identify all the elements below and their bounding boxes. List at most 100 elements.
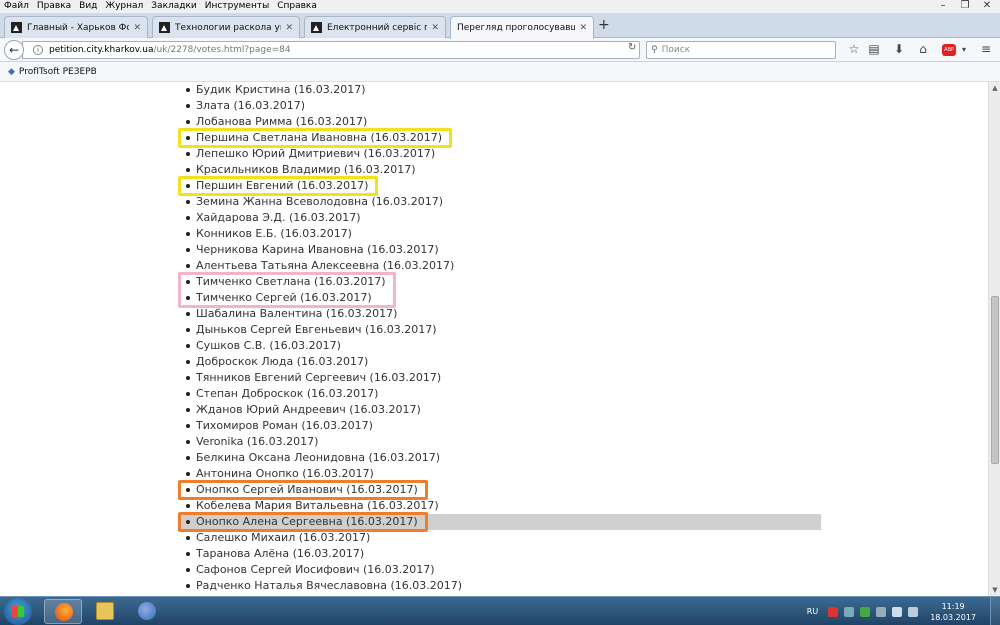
voter-list-item: Сафонов Сергей Иосифович (16.03.2017) (186, 562, 462, 578)
menu-icon[interactable]: ≡ (978, 42, 994, 56)
back-button[interactable]: ← (4, 40, 24, 60)
scroll-down-arrow-icon[interactable]: ▼ (989, 584, 1000, 596)
taskbar-ie-button[interactable] (128, 599, 166, 624)
tab-label: Главный - Харьков Форум (27, 22, 129, 33)
search-placeholder: Поиск (661, 45, 691, 55)
highlight-box (178, 128, 453, 148)
clock-time: 11:19 (941, 601, 965, 611)
voter-list-item: Черникова Карина Ивановна (16.03.2017) (186, 242, 462, 258)
tab-kharkov-forum[interactable]: Главный - Харьков Форум ✕ (4, 16, 148, 38)
menu-item-5[interactable]: Инструменты (201, 0, 273, 13)
taskbar-explorer-button[interactable] (86, 599, 124, 624)
site-info-icon[interactable]: i (33, 45, 43, 55)
menu-item-0[interactable]: Файл (0, 0, 33, 13)
voter-list-item: Конников Е.Б. (16.03.2017) (186, 226, 462, 242)
firefox-icon (55, 603, 73, 621)
voter-list-item: Радченко Наталья Вячеславовна (16.03.201… (186, 578, 462, 594)
voter-list-item: Дыньков Сергей Евгеньевич (16.03.2017) (186, 322, 462, 338)
vertical-scrollbar[interactable]: ▲ ▼ (988, 82, 1000, 596)
navigation-bar: i petition.city.kharkov.ua/uk/2278/votes… (0, 38, 1000, 62)
taskbar: RU 11:19 18.03.2017 (0, 596, 1000, 625)
tab-close-icon[interactable]: ✕ (133, 23, 141, 33)
bookmark-item-profitsoft[interactable]: ProfITsoft РЕЗЕРВ (19, 67, 97, 77)
antivirus-icon[interactable] (828, 606, 839, 617)
voter-list-item: Жданов Юрий Андреевич (16.03.2017) (186, 402, 462, 418)
tab-close-icon[interactable]: ✕ (285, 23, 293, 33)
language-indicator[interactable]: RU (807, 607, 818, 616)
bookmark-folder-icon: ◆ (8, 66, 15, 77)
bookmark-star-icon[interactable]: ☆ (846, 42, 862, 56)
downloads-icon[interactable]: ⬇ (891, 42, 907, 56)
show-desktop-button[interactable] (990, 597, 1000, 625)
menu-item-4[interactable]: Закладки (147, 0, 201, 13)
voter-list-item: Земина Жанна Всеволодовна (16.03.2017) (186, 194, 462, 210)
menu-item-6[interactable]: Справка (273, 0, 321, 13)
search-input[interactable]: ⚲ Поиск (646, 41, 836, 59)
scrollbar-thumb[interactable] (991, 296, 999, 464)
start-button[interactable] (4, 598, 32, 625)
url-path: /uk/2278/votes.html?page=84 (153, 45, 291, 55)
volume-icon[interactable] (908, 606, 919, 617)
chevron-down-icon[interactable]: ▾ (956, 45, 972, 54)
site-favicon-icon (311, 22, 322, 33)
voter-list-item: Салешко Михаил (16.03.2017) (186, 530, 462, 546)
bookmarks-menu-icon[interactable]: ▤ (866, 42, 882, 56)
voter-list-item: Таранова Алёна (16.03.2017) (186, 546, 462, 562)
voter-list-item: Будик Кристина (16.03.2017) (186, 82, 462, 98)
menu-bar: Файл Правка Вид Журнал Закладки Инструменты Сп… (0, 0, 1000, 13)
clock-date: 18.03.2017 (930, 612, 976, 622)
tab-strip: Главный - Харьков Форум ✕ Технологии рас… (0, 13, 1000, 39)
highlight-box (178, 480, 428, 500)
adblock-icon[interactable]: ABP (942, 44, 956, 56)
tab-label: Перегляд проголосувавших (457, 23, 575, 33)
clock[interactable]: 11:19 18.03.2017 (930, 601, 976, 623)
tab-label: Технологии раскола укра... (175, 22, 281, 33)
url-host: petition.city.kharkov.ua (49, 45, 154, 55)
voter-list-item: Злата (16.03.2017) (186, 98, 462, 114)
highlight-box (178, 272, 396, 308)
site-favicon-icon (11, 22, 22, 33)
nvidia-icon[interactable] (860, 606, 871, 617)
network-icon[interactable] (892, 606, 903, 617)
highlight-box (178, 512, 428, 532)
tab-voters-list[interactable]: Перегляд проголосувавших ✕ (450, 16, 594, 39)
menu-item-3[interactable]: Журнал (101, 0, 147, 13)
voter-list-item: Степан Доброскок (16.03.2017) (186, 386, 462, 402)
menu-item-1[interactable]: Правка (33, 0, 75, 13)
voter-list-item: Сушков С.В. (16.03.2017) (186, 338, 462, 354)
taskbar-firefox-button[interactable] (44, 599, 82, 624)
menu-item-2[interactable]: Вид (75, 0, 101, 13)
system-tray: RU 11:19 18.03.2017 (807, 597, 1000, 625)
tab-split-technologies[interactable]: Технологии раскола укра... ✕ (152, 16, 300, 38)
tab-close-icon[interactable]: ✕ (431, 23, 439, 33)
scroll-up-arrow-icon[interactable]: ▲ (989, 82, 1000, 94)
home-icon[interactable]: ⌂ (915, 42, 931, 56)
voter-list-item: Тихомиров Роман (16.03.2017) (186, 418, 462, 434)
tab-label: Електронний сервіс пет... (327, 22, 427, 33)
voter-list-item: Veronika (16.03.2017) (186, 434, 462, 450)
voter-list-item: Хайдарова Э.Д. (16.03.2017) (186, 210, 462, 226)
flag-icon[interactable] (876, 606, 887, 617)
windows-logo-icon (12, 606, 24, 617)
page-content: Будик Кристина (16.03.2017) Злата (16.03.… (0, 82, 988, 596)
highlight-box (178, 176, 379, 196)
close-window-button[interactable]: ✕ (976, 0, 998, 13)
voter-list-item: Белкина Оксана Леонидовна (16.03.2017) (186, 450, 462, 466)
window-controls: – ❐ ✕ (932, 0, 998, 13)
voter-list-item: Тянников Евгений Сергеевич (16.03.2017) (186, 370, 462, 386)
tab-close-icon[interactable]: ✕ (579, 23, 587, 33)
search-icon: ⚲ (651, 45, 658, 55)
maximize-button[interactable]: ❐ (954, 0, 976, 13)
internet-explorer-icon (138, 602, 156, 620)
tab-e-petition-service[interactable]: Електронний сервіс пет... ✕ (304, 16, 446, 38)
voter-list-item: Шабалина Валентина (16.03.2017) (186, 306, 462, 322)
reload-icon[interactable]: ↻ (628, 42, 636, 53)
address-bar[interactable]: i petition.city.kharkov.ua/uk/2278/votes… (22, 41, 640, 59)
minimize-button[interactable]: – (932, 0, 954, 13)
voter-list-item: Доброскок Люда (16.03.2017) (186, 354, 462, 370)
tray-app-icon[interactable] (844, 606, 855, 617)
site-favicon-icon (159, 22, 170, 33)
voter-list-item: Лепешко Юрий Дмитриевич (16.03.2017) (186, 146, 462, 162)
new-tab-icon[interactable]: + (598, 17, 610, 33)
folder-icon (96, 602, 114, 620)
